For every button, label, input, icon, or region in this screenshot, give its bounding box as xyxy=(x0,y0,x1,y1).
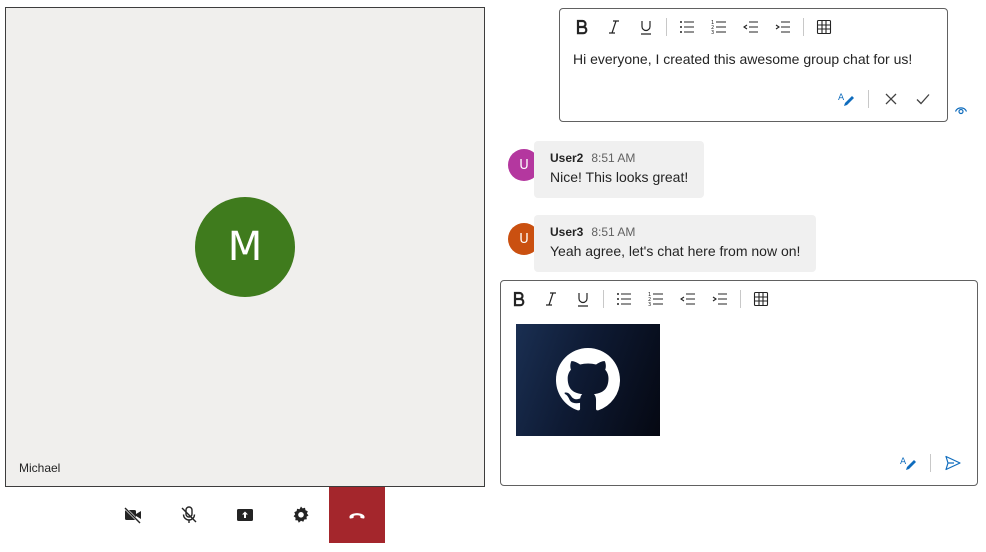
bullet-list-button[interactable] xyxy=(608,285,640,313)
send-icon xyxy=(945,455,961,471)
share-screen-button[interactable] xyxy=(217,487,273,543)
mic-off-icon xyxy=(181,506,197,523)
edit-message-input[interactable]: Hi everyone, I created this awesome grou… xyxy=(573,51,912,67)
italic-button[interactable] xyxy=(535,285,567,313)
underline-button[interactable] xyxy=(567,285,599,313)
decrease-indent-button[interactable] xyxy=(735,13,767,41)
svg-text:A: A xyxy=(838,93,845,103)
svg-text:A: A xyxy=(900,457,907,467)
attached-image[interactable] xyxy=(516,324,660,436)
toolbar-divider xyxy=(803,18,804,36)
github-logo-icon xyxy=(556,348,620,411)
increase-indent-icon xyxy=(712,293,727,305)
bold-icon xyxy=(576,19,588,35)
camera-toggle-button[interactable] xyxy=(105,487,161,543)
chat-message: U User2 8:51 AM Nice! This looks great! xyxy=(508,141,705,198)
italic-icon xyxy=(609,20,619,34)
increase-indent-button[interactable] xyxy=(704,285,736,313)
toolbar-divider xyxy=(666,18,667,36)
compose-format-toolbar: 123 xyxy=(501,281,977,317)
settings-button[interactable] xyxy=(273,487,329,543)
compose-box[interactable]: 123 A xyxy=(500,280,978,486)
toolbar-divider xyxy=(930,454,931,472)
increase-indent-button[interactable] xyxy=(767,13,799,41)
edit-actions: A xyxy=(830,85,939,113)
edit-message-box: 123 Hi everyone, I created this awesome … xyxy=(559,8,948,122)
close-icon xyxy=(885,93,897,105)
table-icon xyxy=(753,291,769,307)
video-off-icon xyxy=(124,507,141,524)
phone-hangup-icon xyxy=(349,513,365,519)
decrease-indent-icon xyxy=(680,293,695,305)
italic-icon xyxy=(546,292,556,306)
toolbar-divider xyxy=(868,90,869,108)
bullet-list-button[interactable] xyxy=(671,13,703,41)
send-button[interactable] xyxy=(937,449,969,477)
chat-message: U User3 8:51 AM Yeah agree, let's chat he… xyxy=(508,215,817,272)
underline-icon xyxy=(578,293,588,307)
confirm-edit-button[interactable] xyxy=(907,85,939,113)
insert-table-button[interactable] xyxy=(808,13,840,41)
message-text: Nice! This looks great! xyxy=(550,169,689,185)
decrease-indent-icon xyxy=(743,21,758,33)
edit-format-toolbar: 123 xyxy=(560,9,947,45)
video-tile: M Michael xyxy=(5,7,485,487)
message-bubble: User3 8:51 AM Yeah agree, let's chat here… xyxy=(534,215,817,272)
participant-name: Michael xyxy=(19,461,61,475)
insert-table-button[interactable] xyxy=(745,285,777,313)
numbered-list-icon: 123 xyxy=(648,292,663,308)
table-icon xyxy=(816,19,832,35)
message-header: User2 8:51 AM xyxy=(550,150,688,166)
eye-icon xyxy=(954,107,968,115)
participant-avatar: M xyxy=(195,197,295,297)
share-screen-icon xyxy=(237,509,253,521)
bold-icon xyxy=(513,291,525,307)
svg-text:3: 3 xyxy=(711,30,714,36)
cancel-edit-button[interactable] xyxy=(875,85,907,113)
message-bubble: User2 8:51 AM Nice! This looks great! xyxy=(534,141,705,198)
bullet-list-icon xyxy=(617,293,631,305)
message-time: 8:51 AM xyxy=(591,151,636,165)
rich-text-toggle-button[interactable]: A xyxy=(830,85,862,113)
toolbar-divider xyxy=(740,290,741,308)
numbered-list-button[interactable]: 123 xyxy=(640,285,672,313)
toolbar-divider xyxy=(603,290,604,308)
svg-text:3: 3 xyxy=(648,302,651,308)
mic-toggle-button[interactable] xyxy=(161,487,217,543)
numbered-list-icon: 123 xyxy=(711,20,726,36)
text-edit-style-icon: A xyxy=(900,457,916,470)
text-edit-style-icon: A xyxy=(838,93,854,106)
call-controls xyxy=(105,487,385,543)
sender-name: User2 xyxy=(550,151,584,165)
bold-button[interactable] xyxy=(503,285,535,313)
italic-button[interactable] xyxy=(598,13,630,41)
checkmark-icon xyxy=(916,94,930,105)
hang-up-button[interactable] xyxy=(329,487,385,543)
underline-button[interactable] xyxy=(630,13,662,41)
bold-button[interactable] xyxy=(566,13,598,41)
sender-name: User3 xyxy=(550,225,584,239)
participant-initial: M xyxy=(227,224,263,270)
compose-actions: A xyxy=(892,449,969,477)
gear-icon xyxy=(293,506,309,523)
avatar-initial: U xyxy=(519,157,529,173)
message-time: 8:51 AM xyxy=(591,225,636,239)
numbered-list-button[interactable]: 123 xyxy=(703,13,735,41)
avatar-initial: U xyxy=(519,231,529,247)
message-header: User3 8:51 AM xyxy=(550,224,800,240)
rich-text-toggle-button[interactable]: A xyxy=(892,449,924,477)
increase-indent-icon xyxy=(775,21,790,33)
underline-icon xyxy=(641,21,651,35)
decrease-indent-button[interactable] xyxy=(672,285,704,313)
message-text: Yeah agree, let's chat here from now on! xyxy=(550,243,801,259)
bullet-list-icon xyxy=(680,21,694,33)
